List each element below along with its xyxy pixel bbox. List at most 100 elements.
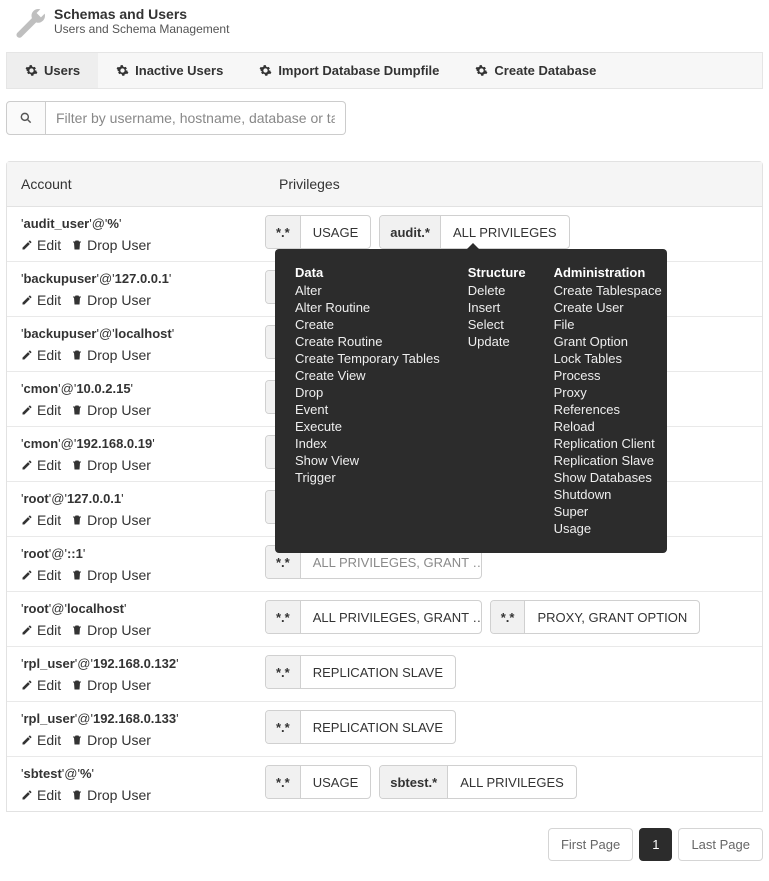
pencil-icon bbox=[21, 514, 33, 526]
edit-button[interactable]: Edit bbox=[21, 237, 61, 253]
table-row: 'audit_user'@'%'EditDrop User*.*USAGEaud… bbox=[7, 207, 762, 262]
last-page-button[interactable]: Last Page bbox=[678, 828, 763, 861]
trash-icon bbox=[71, 624, 83, 636]
tooltip-item: Execute bbox=[295, 418, 440, 435]
drop-label: Drop User bbox=[87, 292, 151, 308]
drop-user-button[interactable]: Drop User bbox=[71, 402, 151, 418]
edit-label: Edit bbox=[37, 457, 61, 473]
privilege-scope: *.* bbox=[266, 711, 301, 743]
edit-label: Edit bbox=[37, 567, 61, 583]
edit-button[interactable]: Edit bbox=[21, 567, 61, 583]
privileges-cell: *.*ALL PRIVILEGES, GRANT …*.*PROXY, GRAN… bbox=[265, 600, 748, 634]
trash-icon bbox=[71, 679, 83, 691]
tooltip-item: Grant Option bbox=[554, 333, 662, 350]
privilege-pill[interactable]: *.*REPLICATION SLAVE bbox=[265, 655, 456, 689]
edit-button[interactable]: Edit bbox=[21, 512, 61, 528]
privilege-text: USAGE bbox=[301, 766, 371, 798]
tab-label: Import Database Dumpfile bbox=[278, 63, 439, 78]
edit-button[interactable]: Edit bbox=[21, 347, 61, 363]
drop-label: Drop User bbox=[87, 237, 151, 253]
trash-icon bbox=[71, 349, 83, 361]
gear-icon bbox=[475, 64, 488, 77]
edit-button[interactable]: Edit bbox=[21, 787, 61, 803]
gear-icon bbox=[25, 64, 38, 77]
edit-button[interactable]: Edit bbox=[21, 457, 61, 473]
privileges-cell: *.*REPLICATION SLAVE bbox=[265, 655, 748, 689]
drop-label: Drop User bbox=[87, 567, 151, 583]
tooltip-item: Alter bbox=[295, 282, 440, 299]
account-name: 'cmon'@'10.0.2.15' bbox=[21, 380, 265, 398]
first-page-button[interactable]: First Page bbox=[548, 828, 633, 861]
tooltip-item: Shutdown bbox=[554, 486, 662, 503]
drop-label: Drop User bbox=[87, 732, 151, 748]
privilege-text: ALL PRIVILEGES bbox=[441, 216, 569, 248]
page-header: Schemas and Users Users and Schema Manag… bbox=[6, 0, 763, 48]
privilege-scope: *.* bbox=[266, 601, 301, 633]
edit-button[interactable]: Edit bbox=[21, 732, 61, 748]
drop-user-button[interactable]: Drop User bbox=[71, 292, 151, 308]
privilege-pill[interactable]: *.*PROXY, GRANT OPTION bbox=[490, 600, 701, 634]
privilege-pill[interactable]: *.*REPLICATION SLAVE bbox=[265, 710, 456, 744]
drop-label: Drop User bbox=[87, 622, 151, 638]
tab-create-database[interactable]: Create Database bbox=[457, 53, 614, 88]
drop-user-button[interactable]: Drop User bbox=[71, 787, 151, 803]
edit-label: Edit bbox=[37, 787, 61, 803]
tooltip-item: Super bbox=[554, 503, 662, 520]
table-row: 'rpl_user'@'192.168.0.133' Edit Drop User *… bbox=[7, 702, 762, 757]
tooltip-item: Replication Client bbox=[554, 435, 662, 452]
edit-label: Edit bbox=[37, 237, 61, 253]
edit-label: Edit bbox=[37, 402, 61, 418]
edit-button[interactable]: Edit bbox=[21, 292, 61, 308]
tooltip-item: Proxy bbox=[554, 384, 662, 401]
edit-button[interactable]: Edit bbox=[21, 402, 61, 418]
edit-button[interactable]: Edit bbox=[21, 622, 61, 638]
tooltip-item: Show Databases bbox=[554, 469, 662, 486]
account-name: 'rpl_user'@'192.168.0.133' bbox=[21, 710, 265, 728]
pencil-icon bbox=[21, 239, 33, 251]
drop-user-button[interactable]: Drop User bbox=[71, 677, 151, 693]
filter-input[interactable] bbox=[46, 101, 346, 135]
account-name: 'backupuser'@'localhost' bbox=[21, 325, 265, 343]
trash-icon bbox=[71, 514, 83, 526]
tab-users[interactable]: Users bbox=[7, 53, 98, 88]
trash-icon bbox=[71, 569, 83, 581]
tab-inactive-users[interactable]: Inactive Users bbox=[98, 53, 241, 88]
drop-user-button[interactable]: Drop User bbox=[71, 732, 151, 748]
tooltip-item: Drop bbox=[295, 384, 440, 401]
search-button[interactable] bbox=[6, 101, 46, 135]
privilege-pill[interactable]: *.*ALL PRIVILEGES, GRANT … bbox=[265, 600, 482, 634]
account-name: 'sbtest'@'%' bbox=[21, 765, 265, 783]
tooltip-item: Show View bbox=[295, 452, 440, 469]
pencil-icon bbox=[21, 569, 33, 581]
page-number-button[interactable]: 1 bbox=[639, 828, 672, 861]
tooltip-item: Reload bbox=[554, 418, 662, 435]
drop-user-button[interactable]: Drop User bbox=[71, 237, 151, 253]
drop-user-button[interactable]: Drop User bbox=[71, 512, 151, 528]
privilege-text: ALL PRIVILEGES bbox=[448, 766, 576, 798]
tooltip-heading: Administration bbox=[554, 265, 662, 280]
users-table: Account Privileges 'audit_user'@'%'EditD… bbox=[6, 161, 763, 812]
pencil-icon bbox=[21, 789, 33, 801]
tab-import-database-dumpfile[interactable]: Import Database Dumpfile bbox=[241, 53, 457, 88]
drop-user-button[interactable]: Drop User bbox=[71, 347, 151, 363]
tooltip-item: Create View bbox=[295, 367, 440, 384]
drop-user-button[interactable]: Drop User bbox=[71, 622, 151, 638]
privilege-scope: *.* bbox=[266, 766, 301, 798]
page-subtitle: Users and Schema Management bbox=[54, 22, 229, 36]
account-name: 'backupuser'@'127.0.0.1' bbox=[21, 270, 265, 288]
privilege-pill[interactable]: *.*USAGE bbox=[265, 765, 371, 799]
privilege-scope: audit.* bbox=[380, 216, 441, 248]
tooltip-item: Delete bbox=[468, 282, 526, 299]
col-account: Account bbox=[7, 162, 265, 206]
drop-user-button[interactable]: Drop User bbox=[71, 567, 151, 583]
privilege-pill[interactable]: sbtest.*ALL PRIVILEGES bbox=[379, 765, 577, 799]
gear-icon bbox=[259, 64, 272, 77]
drop-user-button[interactable]: Drop User bbox=[71, 457, 151, 473]
privilege-text: USAGE bbox=[301, 216, 371, 248]
privilege-pill[interactable]: *.*USAGE bbox=[265, 215, 371, 249]
edit-button[interactable]: Edit bbox=[21, 677, 61, 693]
tooltip-item: References bbox=[554, 401, 662, 418]
trash-icon bbox=[71, 734, 83, 746]
tooltip-item: Update bbox=[468, 333, 526, 350]
tooltip-item: Replication Slave bbox=[554, 452, 662, 469]
